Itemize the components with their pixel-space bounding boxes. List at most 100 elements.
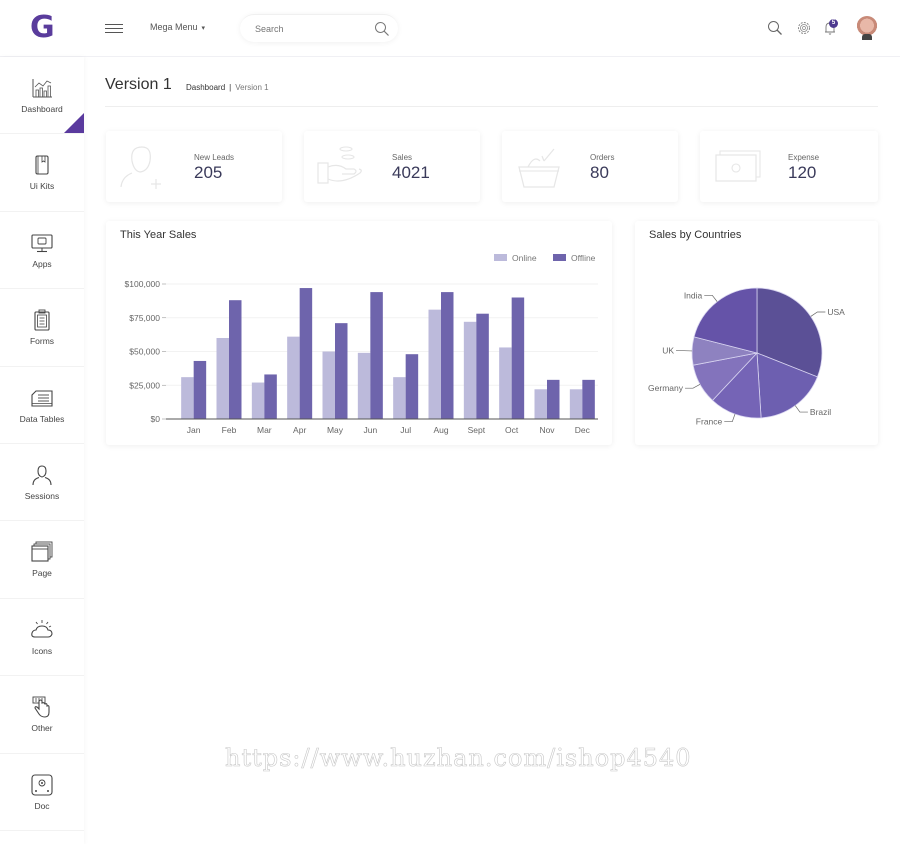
sidebar-item-other[interactable]: Other bbox=[0, 676, 84, 754]
sidebar-item-label: Apps bbox=[32, 258, 52, 269]
stat-value: 4021 bbox=[392, 163, 430, 182]
logo[interactable]: G bbox=[30, 10, 56, 46]
sidebar-item-label: Other bbox=[31, 723, 53, 734]
y-tick-label: $0 bbox=[151, 414, 161, 424]
bar-online-mar[interactable] bbox=[251, 382, 265, 419]
x-tick-label: Dec bbox=[575, 425, 591, 435]
bar-online-jan[interactable] bbox=[181, 377, 194, 419]
sidebar-item-label: Doc bbox=[34, 800, 50, 811]
monitor-icon bbox=[31, 234, 53, 252]
book-icon bbox=[35, 155, 49, 175]
sidebar-item-doc[interactable]: Doc bbox=[0, 754, 84, 831]
sidebar-item-label: Ui Kits bbox=[29, 181, 55, 192]
bar-chart: $0 $25,000 $50,000 $75,000 $100,000 Jan Feb Mar… bbox=[125, 279, 598, 435]
user-icon bbox=[32, 465, 52, 485]
hand-money-icon bbox=[317, 146, 362, 184]
sidebar-item-icons[interactable]: Icons bbox=[0, 599, 84, 677]
bar-online-sept[interactable] bbox=[463, 321, 477, 419]
pie-label: USA bbox=[827, 307, 845, 317]
menu-icon[interactable] bbox=[105, 24, 123, 33]
pie-label-line bbox=[724, 414, 736, 423]
table-icon bbox=[31, 390, 53, 407]
chart-icon bbox=[32, 79, 52, 98]
sidebar-item-dashboard[interactable]: Dashboard bbox=[0, 57, 84, 135]
cash-icon bbox=[715, 150, 761, 182]
x-tick-label: May bbox=[327, 425, 344, 435]
x-tick-label: Aug bbox=[433, 425, 448, 435]
bar-offline-may[interactable] bbox=[335, 323, 348, 419]
search-input[interactable] bbox=[255, 21, 370, 37]
bar-online-oct[interactable] bbox=[499, 347, 512, 419]
bar-online-jun[interactable] bbox=[357, 352, 371, 419]
countries-chart-card: Sales by Countries USA Brazil France German… bbox=[635, 221, 878, 445]
bar-offline-nov[interactable] bbox=[547, 379, 560, 419]
stat-card-new-leads: New Leads 205 bbox=[106, 131, 282, 202]
sales-chart-card: This Year Sales Online Offline $0 $25,000… bbox=[106, 221, 612, 445]
breadcrumb-item-current: Version 1 bbox=[235, 83, 269, 92]
stat-value: 80 bbox=[590, 163, 609, 182]
search-icon[interactable] bbox=[374, 21, 390, 37]
bar-online-aug[interactable] bbox=[428, 309, 442, 419]
bar-offline-jun[interactable] bbox=[370, 292, 383, 419]
sidebar-item-sessions[interactable]: Sessions bbox=[0, 444, 84, 522]
pie-label-line bbox=[810, 311, 826, 317]
x-tick-label: Mar bbox=[257, 425, 272, 435]
clipboard-icon bbox=[34, 309, 50, 331]
bar-offline-mar[interactable] bbox=[264, 374, 277, 419]
stat-value: 205 bbox=[194, 163, 223, 182]
bar-offline-jan[interactable] bbox=[193, 360, 207, 419]
sidebar-item-ui-kits[interactable]: Ui Kits bbox=[0, 134, 84, 212]
pie-label: Germany bbox=[648, 383, 684, 393]
basket-icon bbox=[518, 148, 560, 188]
sidebar-item-label: Forms bbox=[29, 336, 55, 347]
sidebar-item-data-tables[interactable]: Data Tables bbox=[0, 367, 84, 444]
notification-badge: 5 bbox=[829, 19, 838, 28]
bar-offline-aug[interactable] bbox=[441, 292, 454, 419]
x-tick-label: Apr bbox=[293, 425, 306, 435]
sidebar-item-label: Sessions bbox=[24, 490, 60, 501]
sidebar-item-page[interactable]: Page bbox=[0, 521, 84, 599]
y-tick-label: $100,000 bbox=[125, 279, 161, 289]
cloud-sun-icon bbox=[31, 619, 53, 638]
top-bar: G Mega Menu▾ 5 bbox=[0, 0, 900, 57]
y-tick-label: $75,000 bbox=[129, 313, 160, 323]
bar-online-nov[interactable] bbox=[534, 389, 548, 419]
pie-label-line bbox=[704, 294, 718, 302]
bar-online-may[interactable] bbox=[322, 351, 336, 420]
avatar[interactable] bbox=[856, 16, 878, 40]
hand-pointer-icon bbox=[32, 696, 50, 718]
x-tick-label: Nov bbox=[539, 425, 555, 435]
bar-offline-dec[interactable] bbox=[582, 379, 595, 419]
mega-menu-dropdown[interactable]: Mega Menu ▾ bbox=[150, 22, 205, 32]
sidebar-item-apps[interactable]: Apps bbox=[0, 212, 84, 290]
stat-card-sales: Sales 4021 bbox=[304, 131, 480, 202]
y-tick-label: $25,000 bbox=[129, 380, 160, 390]
sidebar-item-label: Data Tables bbox=[19, 413, 65, 424]
breadcrumb-item-dashboard[interactable]: Dashboard bbox=[186, 83, 225, 92]
bar-offline-oct[interactable] bbox=[511, 297, 525, 420]
bar-offline-sept[interactable] bbox=[476, 313, 489, 419]
stat-card-orders: Orders 80 bbox=[502, 131, 678, 202]
watermark: https://www.huzhan.com/ishop4540 bbox=[225, 744, 692, 773]
bar-online-apr[interactable] bbox=[287, 336, 300, 419]
x-tick-label: Jun bbox=[363, 425, 377, 435]
sidebar: Dashboard Ui Kits Apps Forms Data Tables… bbox=[0, 57, 84, 844]
bar-offline-jul[interactable] bbox=[405, 354, 419, 419]
bar-offline-feb[interactable] bbox=[229, 300, 242, 419]
pie-label: Brazil bbox=[810, 407, 831, 417]
x-tick-label: Feb bbox=[222, 425, 237, 435]
search-box bbox=[240, 14, 398, 42]
x-tick-label: Jul bbox=[400, 425, 411, 435]
bar-offline-apr[interactable] bbox=[299, 288, 313, 419]
bar-online-feb[interactable] bbox=[216, 338, 230, 419]
bar-online-jul[interactable] bbox=[393, 377, 406, 419]
breadcrumb-separator: | bbox=[229, 83, 232, 92]
bar-online-dec[interactable] bbox=[569, 389, 583, 419]
gear-icon[interactable] bbox=[796, 20, 812, 36]
pie-chart: USA Brazil France Germany UK India bbox=[648, 287, 845, 427]
pie-label: France bbox=[696, 417, 723, 427]
x-tick-label: Oct bbox=[505, 425, 519, 435]
mega-menu-label: Mega Menu bbox=[150, 22, 198, 32]
sidebar-item-forms[interactable]: Forms bbox=[0, 289, 84, 367]
search-icon[interactable] bbox=[767, 20, 783, 36]
